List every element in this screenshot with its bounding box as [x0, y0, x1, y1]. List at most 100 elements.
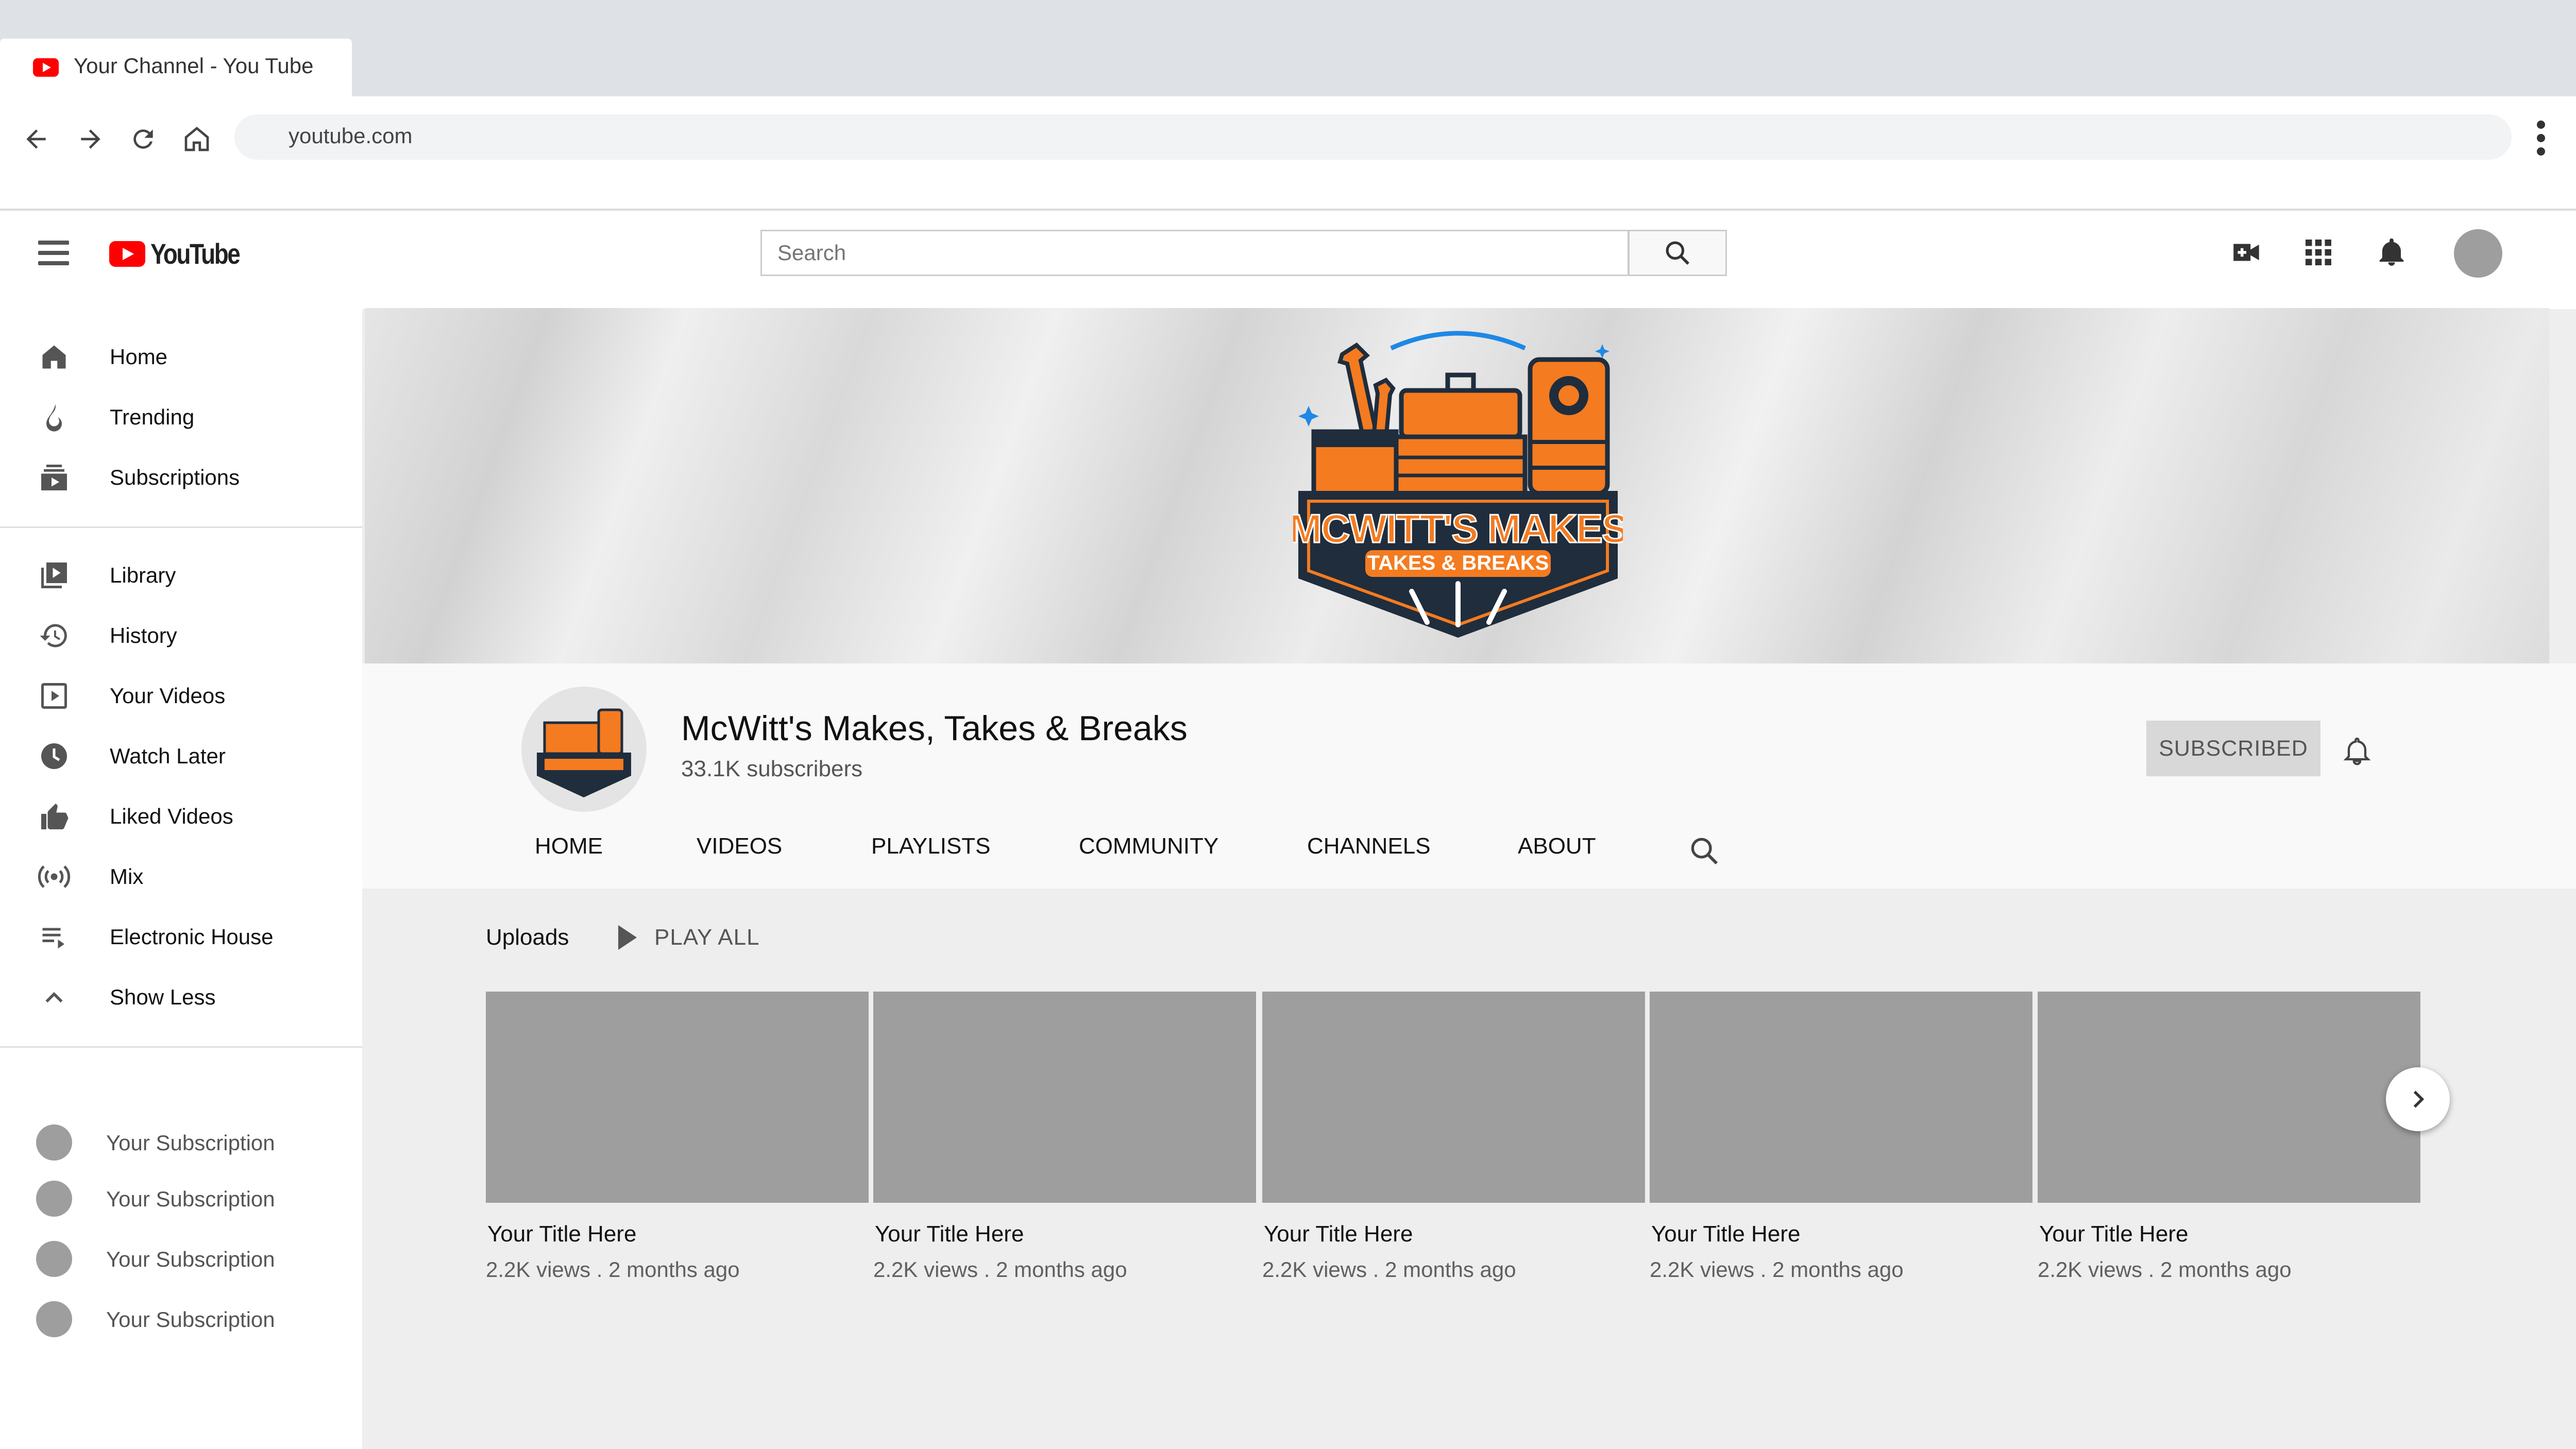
- tab-home[interactable]: HOME: [535, 833, 603, 859]
- carousel-next-button[interactable]: [2386, 1067, 2450, 1131]
- search-input[interactable]: [760, 230, 1629, 276]
- subscription-item[interactable]: Your Subscription: [0, 1111, 362, 1168]
- tab-playlists[interactable]: PLAYLISTS: [871, 833, 991, 859]
- video-thumbnail[interactable]: [2038, 992, 2420, 1203]
- banner-logo-line1: MCWITT'S MAKES: [1293, 506, 1623, 551]
- sidebar-item-label: Show Less: [110, 985, 216, 1009]
- subscription-item[interactable]: Your Subscription: [0, 1288, 362, 1344]
- play-all-button[interactable]: PLAY ALL: [618, 925, 760, 950]
- sidebar-item-label: Electronic House: [110, 925, 274, 949]
- video-card[interactable]: Your Title Here 2.2K views . 2 months ag…: [486, 992, 869, 1282]
- sidebar-item-subscriptions[interactable]: Subscriptions: [0, 449, 362, 506]
- sidebar-item-trending[interactable]: Trending: [0, 389, 362, 446]
- flame-icon: [37, 400, 71, 434]
- subscription-item[interactable]: Your Subscription: [0, 1167, 362, 1224]
- play-all-label: PLAY ALL: [654, 925, 760, 950]
- video-thumbnail[interactable]: [1650, 992, 2032, 1203]
- tab-videos[interactable]: VIDEOS: [697, 833, 782, 859]
- channel-search-icon[interactable]: [1684, 830, 1725, 872]
- browser-tab-title[interactable]: Your Channel - You Tube: [74, 54, 314, 78]
- video-card[interactable]: Your Title Here 2.2K views . 2 months ag…: [2038, 992, 2420, 1282]
- sidebar-item-history[interactable]: History: [0, 607, 362, 664]
- subscription-avatar: [36, 1301, 72, 1337]
- chevron-right-icon: [2413, 1090, 2425, 1108]
- video-meta: 2.2K views . 2 months ago: [873, 1257, 1127, 1282]
- video-thumbnail[interactable]: [1262, 992, 1645, 1203]
- playlist-icon: [37, 920, 71, 954]
- tab-channels[interactable]: CHANNELS: [1307, 833, 1431, 859]
- video-title[interactable]: Your Title Here: [1651, 1221, 2032, 1247]
- sidebar-item-label: Subscriptions: [110, 465, 240, 489]
- video-thumbnail[interactable]: [486, 992, 869, 1203]
- more-options-icon[interactable]: [2531, 117, 2551, 159]
- subscription-label: Your Subscription: [106, 1187, 275, 1211]
- video-title[interactable]: Your Title Here: [487, 1221, 869, 1247]
- video-title[interactable]: Your Title Here: [2039, 1221, 2420, 1247]
- subscribed-button[interactable]: SUBSCRIBED: [2146, 721, 2320, 776]
- subscription-item[interactable]: Your Subscription: [0, 1228, 362, 1284]
- sidebar-item-label: Mix: [110, 864, 144, 889]
- hamburger-menu-icon[interactable]: [38, 241, 69, 265]
- sidebar-item-electronic-house[interactable]: Electronic House: [0, 909, 362, 965]
- sidebar-item-label: History: [110, 623, 177, 647]
- video-card[interactable]: Your Title Here 2.2K views . 2 months ag…: [1650, 992, 2032, 1282]
- tab-community[interactable]: COMMUNITY: [1079, 833, 1218, 859]
- subscription-avatar: [36, 1241, 72, 1277]
- clock-icon: [37, 739, 71, 773]
- address-bar-url[interactable]: youtube.com: [289, 124, 412, 148]
- home-icon[interactable]: [176, 118, 217, 160]
- history-icon: [37, 619, 71, 653]
- search-button[interactable]: [1628, 230, 1727, 276]
- apps-grid-icon[interactable]: [2298, 232, 2339, 273]
- banner-logo-line2: TAKES & BREAKS: [1367, 552, 1549, 574]
- subscription-label: Your Subscription: [106, 1247, 275, 1271]
- sidebar-item-show-less[interactable]: Show Less: [0, 969, 362, 1026]
- youtube-logo-text: YouTube: [150, 237, 241, 270]
- video-thumbnail[interactable]: [873, 992, 1256, 1203]
- sidebar-item-your-videos[interactable]: Your Videos: [0, 668, 362, 724]
- video-title[interactable]: Your Title Here: [1264, 1221, 1645, 1247]
- search-icon: [1666, 241, 1689, 265]
- play-icon: [618, 925, 637, 950]
- youtube-logo[interactable]: YouTube: [109, 237, 259, 270]
- tab-about[interactable]: ABOUT: [1518, 833, 1596, 859]
- subscription-label: Your Subscription: [106, 1307, 275, 1332]
- channel-avatar[interactable]: [521, 687, 647, 812]
- youtube-play-logo-icon: [109, 241, 145, 267]
- reload-icon[interactable]: [123, 118, 164, 160]
- video-meta: 2.2K views . 2 months ago: [1262, 1257, 1516, 1282]
- video-card[interactable]: Your Title Here 2.2K views . 2 months ag…: [1262, 992, 1645, 1282]
- back-arrow-icon[interactable]: [15, 118, 57, 160]
- video-meta: 2.2K views . 2 months ago: [2038, 1257, 2292, 1282]
- chevron-up-icon: [37, 980, 71, 1014]
- home-icon: [37, 340, 71, 374]
- notification-bell-icon[interactable]: [2336, 730, 2378, 772]
- forward-arrow-icon[interactable]: [70, 118, 111, 160]
- subscription-avatar: [36, 1181, 72, 1217]
- channel-name: McWitt's Makes, Takes & Breaks: [681, 709, 1188, 748]
- sidebar-divider: [0, 1046, 362, 1048]
- video-card[interactable]: Your Title Here 2.2K views . 2 months ag…: [873, 992, 1256, 1282]
- notifications-bell-icon[interactable]: [2371, 232, 2412, 273]
- sidebar-item-label: Liked Videos: [110, 804, 233, 828]
- sidebar-item-label: Library: [110, 563, 176, 587]
- sidebar-item-label: Watch Later: [110, 744, 226, 768]
- library-icon: [37, 558, 71, 592]
- channel-logo-banner: MCWITT'S MAKES TAKES & BREAKS: [1293, 331, 1623, 638]
- sidebar-item-label: Trending: [110, 405, 195, 429]
- sidebar-item-label: Your Videos: [110, 684, 226, 708]
- sidebar-item-home[interactable]: Home: [0, 329, 362, 385]
- play-icon: [37, 679, 71, 713]
- sidebar-item-mix[interactable]: Mix: [0, 848, 362, 905]
- youtube-favicon-icon: [33, 58, 59, 77]
- video-title[interactable]: Your Title Here: [875, 1221, 1256, 1247]
- sidebar-item-library[interactable]: Library: [0, 547, 362, 604]
- sidebar-item-liked-videos[interactable]: Liked Videos: [0, 788, 362, 845]
- uploads-heading: Uploads: [486, 925, 569, 950]
- user-avatar[interactable]: [2454, 229, 2502, 278]
- create-video-icon[interactable]: [2226, 232, 2267, 273]
- subscriptions-icon: [37, 461, 71, 495]
- subscriber-count: 33.1K subscribers: [681, 756, 863, 781]
- sidebar-item-watch-later[interactable]: Watch Later: [0, 728, 362, 785]
- address-bar[interactable]: [234, 114, 2512, 160]
